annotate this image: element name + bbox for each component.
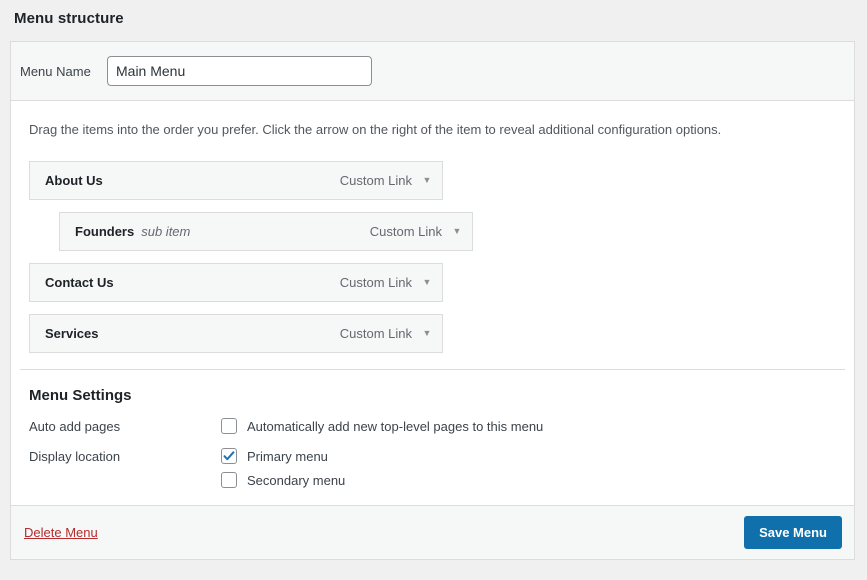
- menu-item-services[interactable]: Services Custom Link ▼: [29, 314, 443, 354]
- menu-item-contact-us[interactable]: Contact Us Custom Link ▼: [29, 263, 443, 303]
- setting-row-auto-add-pages: Auto add pages Automatically add new top…: [20, 404, 845, 435]
- display-location-label: Display location: [29, 449, 121, 465]
- menu-name-label: Menu Name: [20, 63, 91, 79]
- auto-add-options: Automatically add new top-level pages to…: [221, 418, 544, 435]
- setting-row-display-location: Display location Primary menu Secondary …: [20, 434, 845, 489]
- secondary-menu-label: Secondary menu: [247, 472, 346, 488]
- display-location-option-primary[interactable]: Primary menu: [221, 448, 345, 465]
- menu-items-list: About Us Custom Link ▼ Founders sub item…: [20, 139, 845, 354]
- menu-item-type: Custom Link: [369, 224, 442, 240]
- auto-add-pages-label: Auto add pages: [29, 419, 121, 435]
- chevron-down-icon[interactable]: ▼: [442, 227, 472, 236]
- menu-item-type: Custom Link: [339, 326, 412, 342]
- menu-item-sub-label: sub item: [141, 224, 191, 240]
- checkbox-primary-menu[interactable]: [221, 448, 237, 465]
- auto-add-pages-option-label: Automatically add new top-level pages to…: [247, 418, 544, 434]
- checkbox-secondary-menu[interactable]: [221, 472, 237, 489]
- menu-name-row: Menu Name: [11, 42, 854, 101]
- menu-item-title: Services: [45, 326, 99, 342]
- page-title: Menu structure: [14, 10, 124, 27]
- menu-structure-panel: Menu Name Drag the items into the order …: [10, 41, 855, 561]
- save-menu-button[interactable]: Save Menu: [744, 516, 842, 550]
- chevron-down-icon[interactable]: ▼: [412, 278, 442, 287]
- delete-menu-link[interactable]: Delete Menu: [24, 525, 98, 540]
- display-location-options: Primary menu Secondary menu: [221, 448, 346, 489]
- menu-item-founders[interactable]: Founders sub item Custom Link ▼: [59, 212, 473, 252]
- menu-item-title: Founders: [75, 224, 135, 240]
- menu-settings-title: Menu Settings: [29, 387, 132, 405]
- menu-item-title: About Us: [45, 173, 103, 189]
- panel-body: Drag the items into the order you prefer…: [11, 101, 854, 489]
- menu-item-type: Custom Link: [339, 173, 412, 189]
- chevron-down-icon[interactable]: ▼: [412, 176, 442, 185]
- menu-item-about-us[interactable]: About Us Custom Link ▼: [29, 161, 443, 201]
- menu-item-title: Contact Us: [45, 275, 114, 291]
- display-location-option-secondary[interactable]: Secondary menu: [221, 472, 346, 489]
- panel-footer: Delete Menu Save Menu: [11, 505, 854, 560]
- drag-hint-text: Drag the items into the order you prefer…: [29, 122, 722, 137]
- chevron-down-icon[interactable]: ▼: [412, 329, 442, 338]
- checkbox-auto-add-pages[interactable]: [221, 418, 237, 435]
- menu-name-input[interactable]: [107, 56, 372, 86]
- primary-menu-label: Primary menu: [247, 448, 328, 464]
- menu-item-type: Custom Link: [339, 275, 412, 291]
- auto-add-pages-option[interactable]: Automatically add new top-level pages to…: [221, 418, 544, 435]
